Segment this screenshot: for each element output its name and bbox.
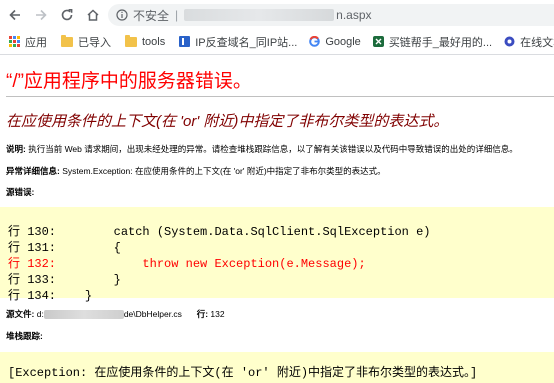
exception-label: 异常详细信息: — [6, 166, 60, 176]
url-separator: | — [175, 8, 179, 22]
source-file-prefix: d: — [36, 309, 44, 319]
code-line-number: 行 132: — [8, 257, 57, 271]
page-title: “/”应用程序中的服务器错误。 — [6, 71, 252, 92]
bookmark-label: Google — [325, 35, 361, 48]
folder-icon — [125, 34, 137, 47]
site-info-icon[interactable] — [116, 9, 128, 21]
bookmark-link-helper[interactable]: 买链帮手_最好用的... — [372, 34, 493, 50]
source-file-suffix: de\DbHelper.cs — [123, 309, 182, 319]
code-line: 行 131: { — [8, 238, 121, 255]
code-line: 行 134: } — [8, 286, 92, 303]
bookmark-label: 买链帮手_最好用的... — [388, 36, 493, 49]
bookmark-label: 在线文本去重 — [520, 36, 554, 49]
source-file-label: 源文件: — [6, 309, 35, 319]
source-file-line: 源文件: d: de\DbHelper.cs 行: 132 — [6, 308, 225, 320]
browser-toolbar: 不安全 | n.aspx — [0, 0, 554, 29]
folder-icon — [61, 34, 73, 47]
error-subtitle: 在应使用条件的上下文(在 'or' 附近)中指定了非布尔类型的表达式。 — [6, 113, 449, 130]
stack-trace-line: [Exception: 在应使用条件的上下文(在 'or' 附近)中指定了非布尔… — [8, 366, 478, 380]
stack-trace-label: 堆栈跟踪: — [6, 331, 43, 341]
url-redacted — [184, 9, 335, 21]
code-line-text: catch (System.Data.SqlClient.SqlExceptio… — [56, 225, 431, 239]
code-line: 行 130: catch (System.Data.SqlClient.SqlE… — [8, 222, 430, 239]
bookmark-imported[interactable]: 已导入 — [61, 34, 111, 50]
home-button[interactable] — [80, 0, 106, 29]
bookmark-label: IP反查域名_同IP站... — [195, 36, 298, 49]
code-line: 行 133: } — [8, 270, 121, 287]
bookmark-label: tools — [142, 35, 166, 48]
code-line-text: { — [56, 241, 121, 255]
bookmark-ip-lookup[interactable]: IP反查域名_同IP站... — [179, 34, 297, 50]
exception-text: System.Exception: 在应使用条件的上下文(在 'or' 附近)中… — [59, 166, 386, 176]
description-text: 执行当前 Web 请求期间，出现未经处理的异常。请检查堆栈跟踪信息，以了解有关该… — [25, 144, 518, 154]
url-text: n.aspx — [336, 8, 372, 22]
home-icon — [87, 8, 99, 21]
reload-icon — [61, 8, 73, 20]
google-icon — [309, 36, 321, 47]
bookmark-apps[interactable]: 应用 — [9, 34, 47, 50]
description-label: 说明: — [6, 144, 26, 154]
code-line-number: 行 131: — [8, 241, 57, 255]
description-line: 说明: 执行当前 Web 请求期间，出现未经处理的异常。请检查堆栈跟踪信息，以了… — [6, 143, 518, 155]
code-line-text: throw new Exception(e.Message); — [56, 257, 366, 271]
source-path-redacted — [43, 310, 124, 320]
title-divider — [6, 96, 554, 97]
link-helper-icon — [372, 36, 384, 47]
apps-grid-icon — [9, 36, 20, 47]
back-arrow-icon — [9, 9, 20, 20]
bookmark-label: 已导入 — [78, 36, 111, 49]
bookmark-dedupe[interactable]: 在线文本去重 — [504, 34, 554, 50]
stack-trace-block: [Exception: 在应使用条件的上下文(在 'or' 附近)中指定了非布尔… — [0, 352, 554, 383]
address-bar[interactable]: 不安全 | n.aspx — [108, 4, 554, 26]
code-line-highlighted: 行 132: throw new Exception(e.Message); — [8, 254, 366, 271]
source-error-label: 源错误: — [6, 187, 35, 197]
code-line-number: 行 130: — [8, 225, 57, 239]
not-secure-label[interactable]: 不安全 — [133, 7, 169, 24]
line-value: 132 — [210, 309, 225, 319]
bookmark-google[interactable]: Google — [309, 35, 361, 48]
bookmark-tools[interactable]: tools — [125, 34, 166, 48]
dedupe-icon — [504, 36, 515, 47]
forward-button[interactable] — [28, 0, 54, 29]
code-line-number: 行 133: — [8, 273, 57, 287]
ip-site-icon — [179, 36, 191, 47]
reload-button[interactable] — [54, 0, 80, 29]
forward-arrow-icon — [36, 9, 47, 20]
source-code-block: 行 130: catch (System.Data.SqlClient.SqlE… — [0, 207, 554, 303]
line-label: 行: — [196, 309, 209, 319]
bookmarks-bar: 应用 已导入 tools IP反查域名_同IP站... Google 买链帮手_… — [0, 29, 554, 55]
back-button[interactable] — [2, 0, 28, 29]
bookmark-label: 应用 — [25, 36, 47, 49]
code-line-text: } — [56, 273, 121, 287]
code-line-text: } — [56, 289, 93, 303]
code-line-number: 行 134: — [8, 289, 57, 303]
exception-line: 异常详细信息: System.Exception: 在应使用条件的上下文(在 '… — [6, 165, 386, 177]
